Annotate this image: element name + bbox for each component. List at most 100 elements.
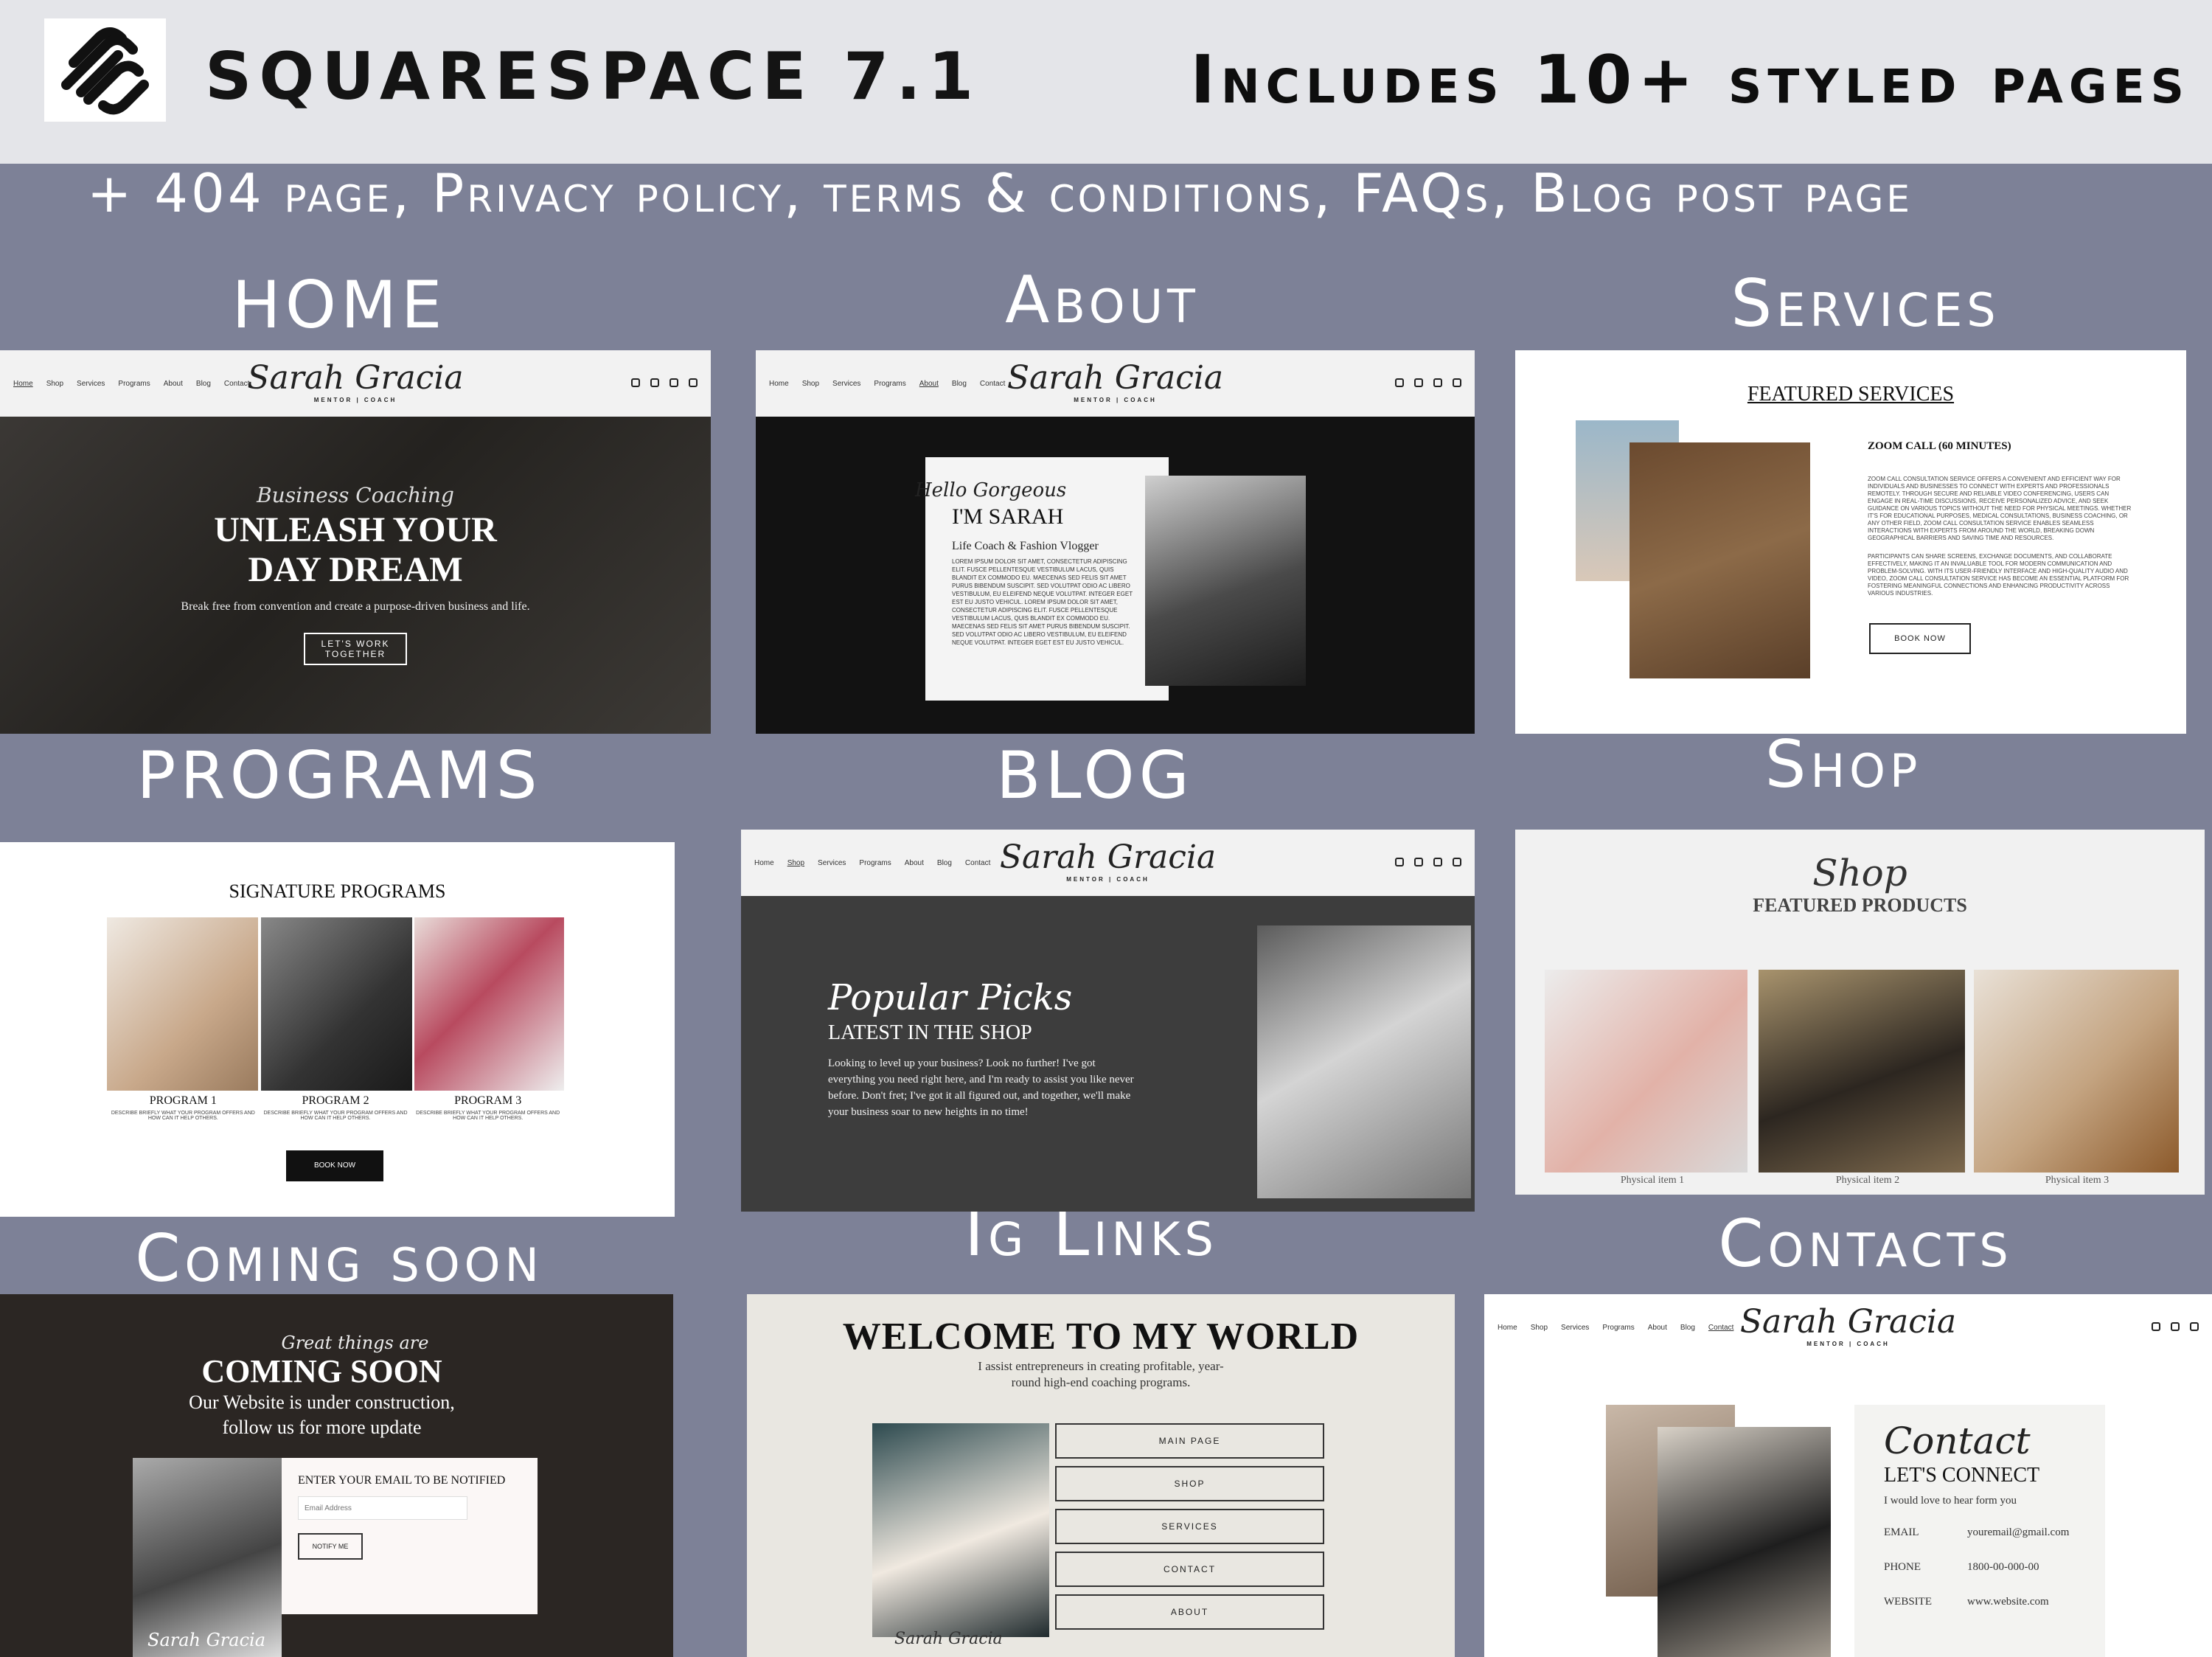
about-preview[interactable]: Home Shop Services Programs About Blog Contact… <box>756 350 1475 734</box>
nav-item[interactable]: Home <box>769 380 789 388</box>
nav-item[interactable]: Shop <box>802 380 819 388</box>
link-icon[interactable] <box>650 378 659 387</box>
twitter-icon[interactable] <box>1433 378 1442 387</box>
home-title-1: UNLEASH YOUR <box>214 510 497 549</box>
programs-preview[interactable]: SIGNATURE PROGRAMS PROGRAM 1 DESCRIBE BRI… <box>0 842 675 1217</box>
nav-item[interactable]: Contact <box>224 380 249 388</box>
youtube-icon[interactable] <box>689 378 698 387</box>
nav-item[interactable]: Home <box>13 380 33 388</box>
contact-row: WEBSITE www.website.com <box>1884 1596 2076 1608</box>
coming-script: Great things are <box>281 1333 429 1353</box>
blog-preview[interactable]: Home Shop Services Programs About Blog Contact… <box>741 830 1475 1212</box>
product-name[interactable]: Physical item 2 <box>1760 1175 1975 1187</box>
ig-link-button[interactable]: MAIN PAGE <box>1055 1423 1324 1459</box>
contact-preview[interactable]: Home Shop Services Programs About Blog Contact… <box>1484 1294 2212 1657</box>
product-3-image[interactable] <box>1974 970 2179 1173</box>
shop-preview[interactable]: Shop FEATURED PRODUCTS Physical item 1 P… <box>1515 830 2205 1195</box>
ig-portrait-image <box>872 1423 1049 1637</box>
coming-line-1: Our Website is under construction, <box>189 1392 455 1413</box>
about-card: Hello Gorgeous I'M SARAH Life Coach & Fa… <box>915 457 1169 701</box>
twitter-icon[interactable] <box>1433 858 1442 866</box>
nav-item[interactable]: About <box>919 380 939 388</box>
instagram-icon[interactable] <box>631 378 640 387</box>
nav-item[interactable]: About <box>905 859 924 867</box>
ig-links-preview[interactable]: WELCOME TO MY WORLD I assist entrepreneu… <box>747 1294 1455 1657</box>
product-name[interactable]: Physical item 3 <box>1975 1175 2179 1187</box>
home-script: Business Coaching <box>257 483 454 507</box>
ig-link-button[interactable]: CONTACT <box>1055 1552 1324 1587</box>
nav-item[interactable]: Programs <box>859 859 891 867</box>
nav-item[interactable]: Shop <box>1531 1324 1548 1332</box>
site-logo[interactable]: Sarah Gracia MENTOR | COACH <box>1000 838 1216 883</box>
ig-link-button[interactable]: SHOP <box>1055 1466 1324 1501</box>
site-logo[interactable]: Sarah Gracia MENTOR | COACH <box>1007 359 1223 403</box>
blog-body: Looking to level up your business? Look … <box>828 1057 1134 1118</box>
nav-item[interactable]: Services <box>832 380 860 388</box>
site-logo[interactable]: Sarah Gracia MENTOR | COACH <box>247 359 463 403</box>
contact-nav-items[interactable]: Home Shop Services Programs About Blog Contact <box>1498 1324 1733 1332</box>
nav-item[interactable]: Services <box>77 380 105 388</box>
nav-item[interactable]: Programs <box>1602 1324 1634 1332</box>
notify-button[interactable]: NOTIFY ME <box>298 1533 363 1560</box>
youtube-icon[interactable] <box>1453 378 1461 387</box>
nav-item[interactable]: Programs <box>118 380 150 388</box>
program-desc: DESCRIBE BRIEFLY WHAT YOUR PROGRAM OFFER… <box>263 1111 408 1121</box>
services-photo-2 <box>1630 442 1810 678</box>
nav-item[interactable]: About <box>1648 1324 1667 1332</box>
instagram-icon[interactable] <box>1395 378 1404 387</box>
instagram-icon[interactable] <box>1395 858 1404 866</box>
nav-item[interactable]: Blog <box>937 859 952 867</box>
product-name[interactable]: Physical item 1 <box>1545 1175 1760 1187</box>
contact-value[interactable]: youremail@gmail.com <box>1967 1526 2069 1539</box>
contact-row: EMAIL youremail@gmail.com <box>1884 1526 2076 1539</box>
email-input[interactable] <box>298 1496 467 1520</box>
service-item-title: ZOOM CALL (60 MINUTES) <box>1868 440 2011 452</box>
label-contacts: Contacts <box>1718 1206 2013 1282</box>
nav-item[interactable]: Home <box>1498 1324 1517 1332</box>
home-preview[interactable]: Home Shop Services Programs About Blog Contact… <box>0 350 711 734</box>
blog-nav-items[interactable]: Home Shop Services Programs About Blog Contact <box>754 859 990 867</box>
coming-soon-preview[interactable]: Great things are COMING SOON Our Website… <box>0 1294 673 1657</box>
program-item: PROGRAM 1 DESCRIBE BRIEFLY WHAT YOUR PROG… <box>107 1094 260 1121</box>
nav-item[interactable]: Services <box>1561 1324 1589 1332</box>
nav-item[interactable]: Shop <box>787 859 804 867</box>
contact-photo-2 <box>1658 1427 1831 1657</box>
services-book-button[interactable]: BOOK NOW <box>1869 623 1971 654</box>
nav-item[interactable]: About <box>164 380 183 388</box>
ig-link-button[interactable]: ABOUT <box>1055 1594 1324 1630</box>
site-logo[interactable]: Sarah Gracia MENTOR | COACH <box>1740 1303 1956 1347</box>
contact-value[interactable]: www.website.com <box>1967 1596 2049 1608</box>
twitter-icon[interactable] <box>669 378 678 387</box>
link-icon[interactable] <box>1414 858 1423 866</box>
home-nav-items[interactable]: Home Shop Services Programs About Blog Contact <box>13 380 249 388</box>
nav-item[interactable]: Contact <box>980 380 1005 388</box>
home-title-2: DAY DREAM <box>248 550 463 589</box>
nav-item[interactable]: Blog <box>196 380 211 388</box>
services-preview[interactable]: FEATURED SERVICES ZOOM CALL (60 MINUTES)… <box>1515 350 2186 734</box>
nav-item[interactable]: Services <box>818 859 846 867</box>
link-icon[interactable] <box>1414 378 1423 387</box>
youtube-icon[interactable] <box>1453 858 1461 866</box>
contact-script: Contact <box>1884 1420 2031 1462</box>
service-desc-1: ZOOM CALL CONSULTATION SERVICE OFFERS A … <box>1868 476 2132 541</box>
ig-link-button[interactable]: SERVICES <box>1055 1509 1324 1544</box>
instagram-icon[interactable] <box>2152 1322 2160 1331</box>
program-item: PROGRAM 2 DESCRIBE BRIEFLY WHAT YOUR PROG… <box>260 1094 412 1121</box>
label-services: Services <box>1731 265 2000 341</box>
contact-value[interactable]: 1800-00-000-00 <box>1967 1561 2039 1574</box>
nav-item[interactable]: Home <box>754 859 774 867</box>
product-2-image[interactable] <box>1759 970 1965 1173</box>
nav-item[interactable]: Programs <box>874 380 905 388</box>
twitter-icon[interactable] <box>2190 1322 2199 1331</box>
programs-book-button[interactable]: BOOK NOW <box>286 1150 383 1181</box>
nav-item[interactable]: Shop <box>46 380 63 388</box>
nav-item[interactable]: Contact <box>965 859 990 867</box>
product-1-image[interactable] <box>1545 970 1747 1173</box>
label-about: About <box>1005 262 1200 338</box>
about-nav-items[interactable]: Home Shop Services Programs About Blog Contact <box>769 380 1005 388</box>
nav-item[interactable]: Blog <box>952 380 967 388</box>
home-cta-button[interactable]: LET'S WORK TOGETHER <box>304 633 407 665</box>
nav-item[interactable]: Contact <box>1708 1324 1733 1332</box>
link-icon[interactable] <box>2171 1322 2180 1331</box>
nav-item[interactable]: Blog <box>1680 1324 1695 1332</box>
